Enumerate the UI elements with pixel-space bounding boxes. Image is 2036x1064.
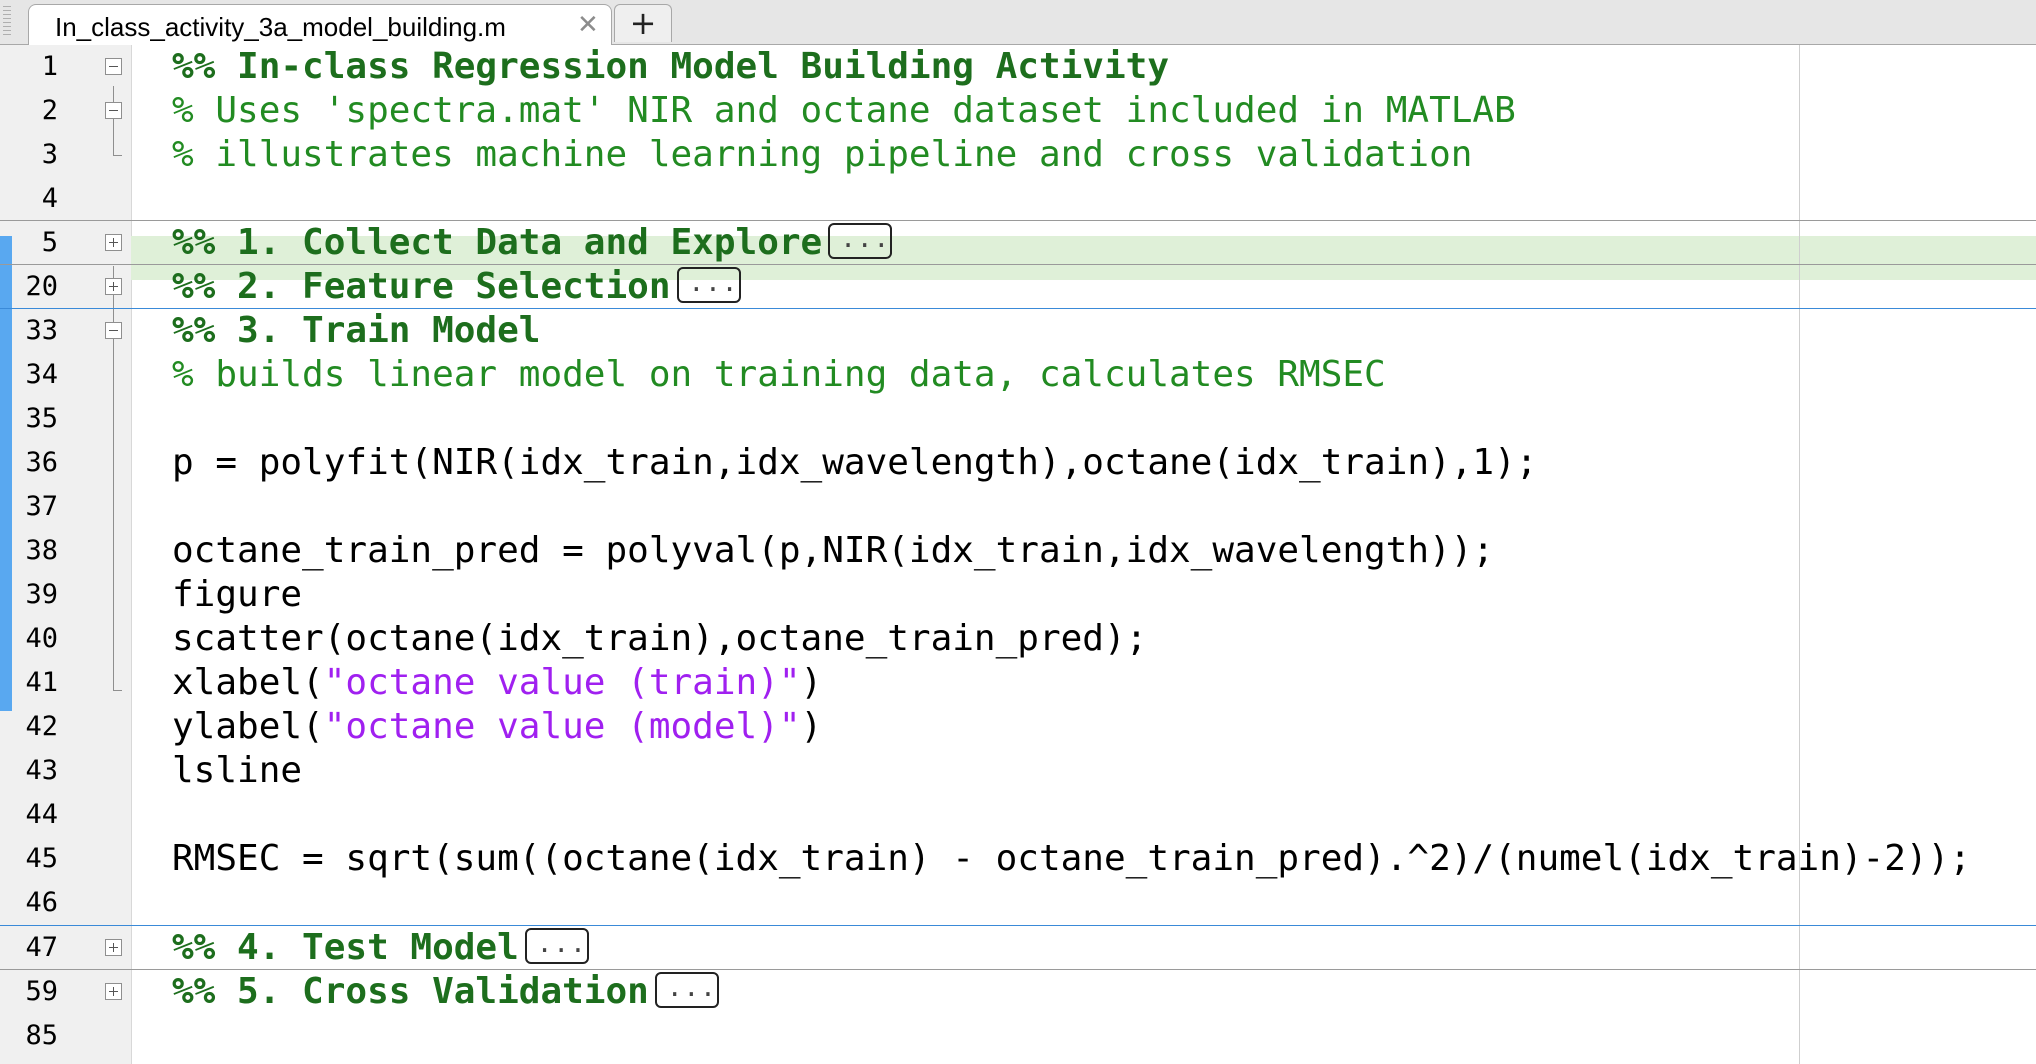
line-number: 4 (41, 183, 58, 214)
section-title-collapsed: %% 1. Collect Data and Explore (172, 217, 893, 265)
code-line[interactable]: 20 %% 2. Feature Selection (0, 261, 2036, 309)
code-token: ) (800, 706, 823, 747)
code-line[interactable]: 47 %% 4. Test Model (0, 922, 2036, 970)
code-line[interactable]: 37 (0, 485, 2036, 529)
code-text: figure (172, 574, 303, 615)
section-title-collapsed: %% 4. Test Model (172, 922, 589, 970)
line-number: 2 (41, 95, 58, 126)
new-tab-button[interactable]: + (614, 4, 672, 42)
code-line[interactable]: 39 figure (0, 573, 2036, 617)
section-title: %% 5. Cross Validation (172, 971, 649, 1012)
comment-text: % builds linear model on training data, … (172, 354, 1386, 395)
editor-tab-active[interactable]: In_class_activity_3a_model_building.m ✕ (28, 4, 612, 45)
string-literal: "octane value (model)" (323, 706, 801, 747)
code-text: lsline (172, 750, 303, 791)
code-line[interactable]: 44 (0, 793, 2036, 837)
section-title: %% 1. Collect Data and Explore (172, 222, 823, 263)
section-title: %% 4. Test Model (172, 927, 519, 968)
section-title-collapsed: %% 5. Cross Validation (172, 966, 719, 1014)
code-text: p = polyfit(NIR(idx_train,idx_wavelength… (172, 442, 1538, 483)
line-number: 59 (25, 976, 58, 1007)
line-number: 1 (41, 51, 58, 82)
line-number: 85 (25, 1020, 58, 1051)
code-line[interactable]: 40 scatter(octane(idx_train),octane_trai… (0, 617, 2036, 661)
code-token: ) (800, 662, 823, 703)
line-number: 36 (25, 447, 58, 478)
code-line[interactable]: 1 %% In-class Regression Model Building … (0, 45, 2036, 89)
code-line[interactable]: 38 octane_train_pred = polyval(p,NIR(idx… (0, 529, 2036, 573)
line-number: 42 (25, 711, 58, 742)
code-line[interactable]: 34 % builds linear model on training dat… (0, 353, 2036, 397)
code-line[interactable]: 36 p = polyfit(NIR(idx_train,idx_wavelen… (0, 441, 2036, 485)
code-line[interactable]: 35 (0, 397, 2036, 441)
line-number: 40 (25, 623, 58, 654)
fold-collapse-icon[interactable] (105, 322, 122, 339)
line-number: 39 (25, 579, 58, 610)
line-number: 34 (25, 359, 58, 390)
line-number: 5 (41, 227, 58, 258)
line-number: 33 (25, 315, 58, 346)
editor-tab-bar: In_class_activity_3a_model_building.m ✕ … (0, 0, 2036, 45)
section-title: %% 3. Train Model (172, 310, 541, 351)
code-line[interactable]: 4 (0, 177, 2036, 221)
code-line[interactable]: 2 % Uses 'spectra.mat' NIR and octane da… (0, 89, 2036, 133)
comment-text: % Uses 'spectra.mat' NIR and octane data… (172, 90, 1516, 131)
fold-expand-icon[interactable] (105, 983, 122, 1000)
line-number: 35 (25, 403, 58, 434)
matlab-editor-window: In_class_activity_3a_model_building.m ✕ … (0, 0, 2036, 1064)
section-title: %% 2. Feature Selection (172, 266, 671, 307)
code-line[interactable]: 33 %% 3. Train Model (0, 309, 2036, 353)
line-number: 3 (41, 139, 58, 170)
code-line[interactable]: 3 % illustrates machine learning pipelin… (0, 133, 2036, 177)
code-line[interactable]: 5 %% 1. Collect Data and Explore (0, 217, 2036, 265)
code-line[interactable]: 46 (0, 881, 2036, 925)
tab-drag-grip-icon[interactable] (3, 6, 11, 38)
code-text: ylabel("octane value (model)") (172, 705, 822, 749)
fold-expand-icon[interactable] (105, 234, 122, 251)
line-number: 43 (25, 755, 58, 786)
code-text: octane_train_pred = polyval(p,NIR(idx_tr… (172, 530, 1495, 571)
code-token: ylabel( (172, 706, 324, 747)
line-number: 41 (25, 667, 58, 698)
code-editor[interactable]: 1 %% In-class Regression Model Building … (0, 45, 2036, 1064)
collapsed-code-indicator[interactable] (828, 217, 893, 261)
code-text: xlabel("octane value (train)") (172, 661, 822, 705)
collapsed-code-indicator[interactable] (654, 966, 719, 1010)
line-number: 47 (25, 932, 58, 963)
code-line[interactable]: 42 ylabel("octane value (model)") (0, 705, 2036, 749)
string-literal: "octane value (train)" (323, 662, 801, 703)
code-line[interactable]: 45 RMSEC = sqrt(sum((octane(idx_train) -… (0, 837, 2036, 881)
fold-collapse-icon[interactable] (105, 58, 122, 75)
code-line[interactable]: 43 lsline (0, 749, 2036, 793)
collapsed-code-indicator[interactable] (524, 922, 589, 966)
section-title: %% In-class Regression Model Building Ac… (172, 46, 1169, 87)
line-number: 37 (25, 491, 58, 522)
tab-title: In_class_activity_3a_model_building.m (55, 12, 506, 42)
fold-expand-icon[interactable] (105, 939, 122, 956)
code-line[interactable]: 41 xlabel("octane value (train)") (0, 661, 2036, 705)
fold-collapse-icon[interactable] (105, 102, 122, 119)
close-icon[interactable]: ✕ (577, 10, 599, 40)
collapsed-code-indicator[interactable] (676, 261, 741, 305)
line-number: 44 (25, 799, 58, 830)
code-text: scatter(octane(idx_train),octane_train_p… (172, 618, 1148, 659)
line-number: 45 (25, 843, 58, 874)
line-number: 20 (25, 271, 58, 302)
code-line[interactable]: 59 %% 5. Cross Validation (0, 966, 2036, 1014)
fold-expand-icon[interactable] (105, 278, 122, 295)
code-token: xlabel( (172, 662, 324, 703)
section-title-collapsed: %% 2. Feature Selection (172, 261, 741, 309)
line-number: 38 (25, 535, 58, 566)
code-line[interactable]: 85 (0, 1014, 2036, 1058)
comment-text: % illustrates machine learning pipeline … (172, 134, 1473, 175)
line-number: 46 (25, 887, 58, 918)
code-text: RMSEC = sqrt(sum((octane(idx_train) - oc… (172, 838, 1971, 879)
